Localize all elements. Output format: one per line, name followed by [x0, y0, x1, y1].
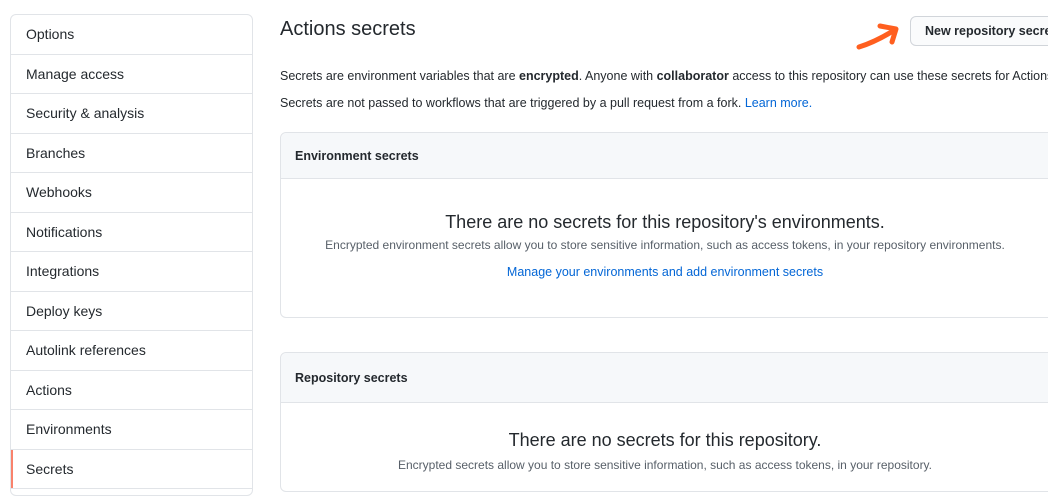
fork-notice-text: Secrets are not passed to workflows that… — [280, 96, 745, 110]
sidebar-item-branches[interactable]: Branches — [11, 134, 252, 173]
sidebar-item-autolink-references[interactable]: Autolink references — [11, 331, 252, 371]
sidebar-item-manage-access[interactable]: Manage access — [11, 55, 252, 94]
environment-secrets-header: Environment secrets — [281, 133, 1048, 179]
description-text: . Anyone with — [578, 69, 657, 83]
environment-secrets-empty-desc: Encrypted environment secrets allow you … — [325, 238, 1005, 252]
description-bold-encrypted: encrypted — [519, 69, 579, 83]
description-text: access to this repository can use these … — [728, 69, 1048, 83]
sidebar-item-options[interactable]: Options — [11, 15, 252, 55]
environment-secrets-box: Environment secrets There are no secrets… — [280, 132, 1048, 318]
repository-secrets-header: Repository secrets — [281, 353, 1048, 403]
fork-notice: Secrets are not passed to workflows that… — [280, 96, 812, 110]
sidebar-item-secrets[interactable]: Secrets — [11, 449, 252, 489]
repository-secrets-box: Repository secrets There are no secrets … — [280, 352, 1048, 492]
settings-sidebar: Options Manage access Security & analysi… — [10, 14, 253, 496]
secrets-description: Secrets are environment variables that a… — [280, 69, 1048, 83]
sidebar-item-webhooks[interactable]: Webhooks — [11, 173, 252, 213]
new-repository-secret-button[interactable]: New repository secret — [910, 16, 1048, 46]
learn-more-link[interactable]: Learn more. — [745, 96, 812, 110]
description-text: Secrets are environment variables that a… — [280, 69, 520, 83]
arrow-right-icon — [856, 23, 899, 50]
repository-secrets-empty-title: There are no secrets for this repository… — [508, 430, 822, 450]
sidebar-item-security-analysis[interactable]: Security & analysis — [11, 94, 252, 134]
sidebar-item-deploy-keys[interactable]: Deploy keys — [11, 292, 252, 331]
sidebar-item-notifications[interactable]: Notifications — [11, 213, 252, 252]
environment-secrets-empty-title: There are no secrets for this repository… — [445, 212, 885, 232]
sidebar-item-actions[interactable]: Actions — [11, 371, 252, 410]
sidebar-item-environments[interactable]: Environments — [11, 410, 252, 450]
description-bold-collaborator: collaborator — [656, 69, 729, 83]
sidebar-item-integrations[interactable]: Integrations — [11, 252, 252, 292]
repository-secrets-empty-desc: Encrypted secrets allow you to store sen… — [397, 458, 933, 472]
manage-environments-link[interactable]: Manage your environments and add environ… — [281, 265, 1048, 279]
page-title: Actions secrets — [280, 18, 416, 40]
